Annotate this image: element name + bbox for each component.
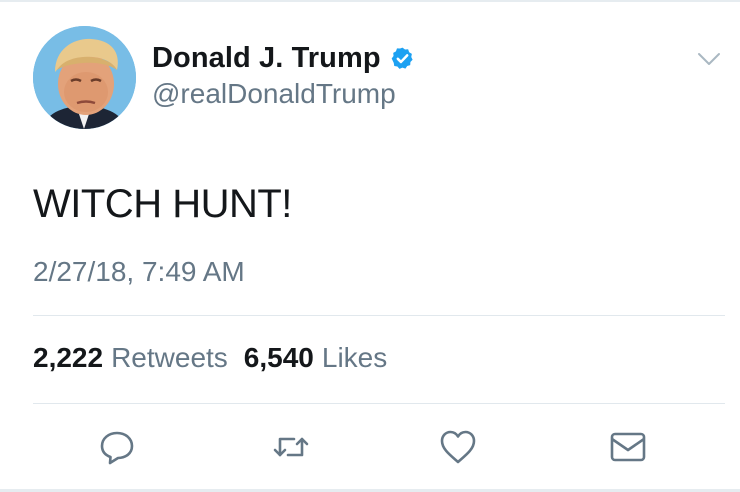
reply-icon bbox=[100, 431, 134, 465]
tweet-text: WITCH HUNT! bbox=[33, 182, 292, 226]
divider bbox=[33, 315, 725, 316]
reply-button[interactable] bbox=[97, 427, 137, 467]
verified-badge-icon bbox=[391, 47, 413, 69]
heart-icon bbox=[440, 430, 476, 464]
top-divider bbox=[0, 0, 740, 2]
chevron-down-icon[interactable] bbox=[696, 50, 722, 68]
likes-count[interactable]: 6,540 bbox=[244, 342, 314, 374]
author-name-row: Donald J. Trump bbox=[152, 40, 415, 76]
retweets-label[interactable]: Retweets bbox=[111, 342, 228, 374]
divider bbox=[33, 403, 725, 404]
tweet-stats: 2,222 Retweets 6,540 Likes bbox=[33, 342, 387, 374]
retweets-count[interactable]: 2,222 bbox=[33, 342, 103, 374]
like-button[interactable] bbox=[438, 427, 478, 467]
direct-message-button[interactable] bbox=[608, 427, 648, 467]
retweet-icon bbox=[273, 437, 309, 457]
avatar-image bbox=[33, 26, 136, 129]
likes-label[interactable]: Likes bbox=[322, 342, 387, 374]
tweet-timestamp[interactable]: 2/27/18, 7:49 AM bbox=[33, 256, 245, 288]
envelope-icon bbox=[610, 432, 646, 462]
author-display-name[interactable]: Donald J. Trump bbox=[152, 42, 381, 75]
retweet-button[interactable] bbox=[271, 427, 311, 467]
avatar[interactable] bbox=[33, 26, 136, 129]
author-handle[interactable]: @realDonaldTrump bbox=[152, 78, 396, 110]
